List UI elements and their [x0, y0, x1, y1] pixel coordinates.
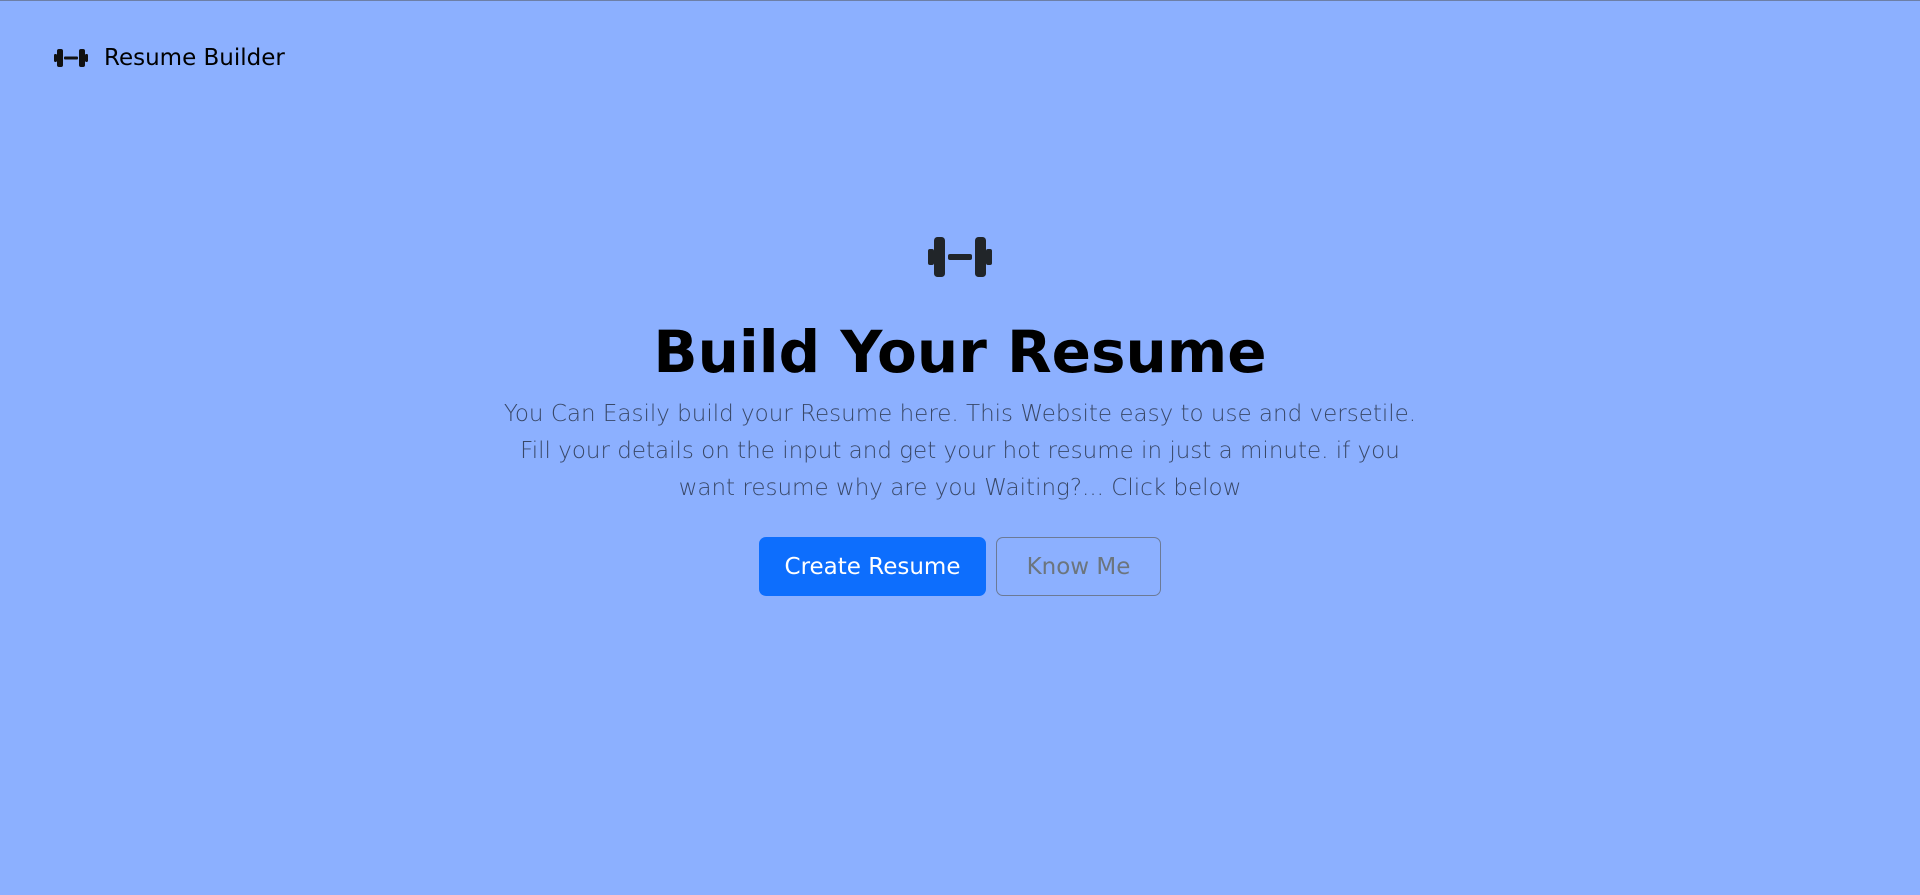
know-me-button[interactable]: Know Me: [996, 537, 1161, 596]
dumbbell-icon: [54, 49, 88, 67]
hero-description: You Can Easily build your Resume here. T…: [503, 401, 1417, 501]
create-resume-button[interactable]: Create Resume: [759, 537, 986, 596]
dumbbell-icon: [928, 237, 992, 277]
page-title: Build Your Resume: [653, 318, 1267, 386]
brand-title: Resume Builder: [104, 45, 285, 71]
navbar-brand[interactable]: Resume Builder: [54, 43, 285, 73]
